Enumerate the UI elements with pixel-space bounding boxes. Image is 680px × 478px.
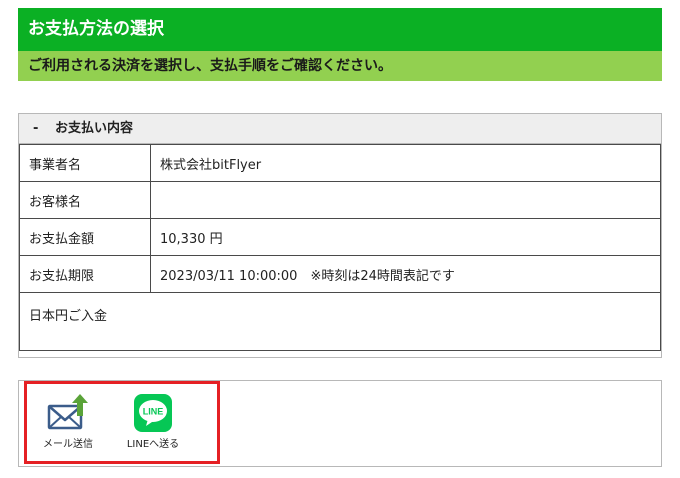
page-title: お支払方法の選択: [18, 8, 662, 51]
amount-label: お支払金額: [19, 218, 151, 256]
table-row: 事業者名 株式会社bitFlyer: [19, 144, 661, 182]
payment-details-title: お支払い内容: [55, 121, 134, 136]
send-mail-label: メール送信: [43, 439, 93, 450]
line-icon-text: LINE: [143, 407, 164, 417]
payment-details-table: 事業者名 株式会社bitFlyer お客様名 お支払金額 10,330 円 お支…: [19, 144, 661, 351]
page-subtitle: ご利用される決済を選択し、支払手順をご確認ください。: [18, 51, 662, 81]
send-mail-button[interactable]: メール送信: [38, 394, 98, 450]
deadline-value: 2023/03/11 10:00:00 ※時刻は24時間表記です: [150, 255, 661, 293]
merchant-label: 事業者名: [19, 144, 151, 182]
payment-details-panel: - お支払い内容 事業者名 株式会社bitFlyer お客様名 お支払金額 10,…: [18, 113, 662, 358]
amount-value: 10,330 円: [150, 218, 661, 256]
merchant-value: 株式会社bitFlyer: [150, 144, 661, 182]
deadline-label: お支払期限: [19, 255, 151, 293]
customer-value: [150, 181, 661, 219]
table-row: 日本円ご入金: [19, 292, 661, 351]
table-row: お支払金額 10,330 円: [19, 218, 661, 256]
payment-note: 日本円ご入金: [19, 292, 661, 351]
send-line-button[interactable]: LINE LINEへ送る: [122, 394, 184, 450]
mail-icon: [47, 394, 88, 430]
customer-label: お客様名: [19, 181, 151, 219]
collapse-toggle[interactable]: -: [33, 114, 55, 144]
table-row: お支払期限 2023/03/11 10:00:00 ※時刻は24時間表記です: [19, 255, 661, 293]
send-line-label: LINEへ送る: [126, 439, 180, 450]
payment-details-header[interactable]: - お支払い内容: [19, 114, 661, 144]
table-row: お客様名: [19, 181, 661, 219]
line-icon: LINE: [134, 394, 172, 432]
